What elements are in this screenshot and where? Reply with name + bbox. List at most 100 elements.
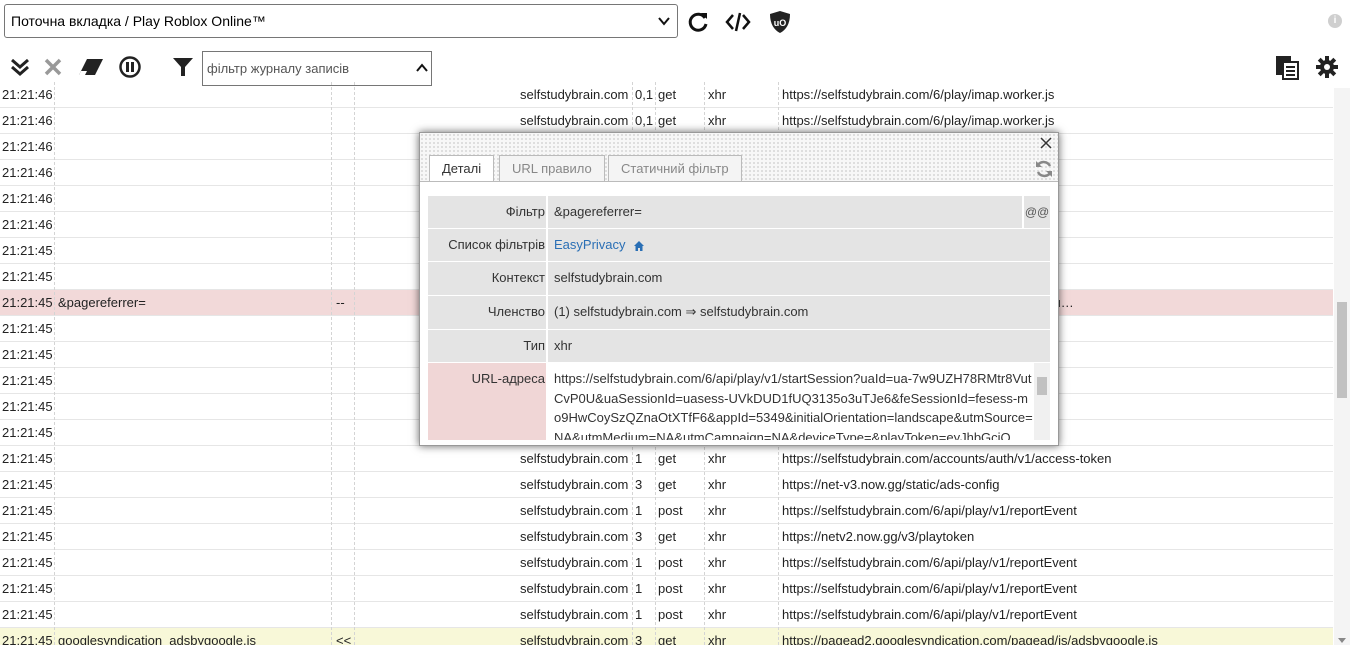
log-party: 3	[635, 529, 643, 544]
scrollbar-thumb[interactable]	[1037, 377, 1047, 395]
log-row[interactable]: 21:21:45 selfstudybrain.com 1 post xhr https:…	[0, 498, 1333, 524]
chevron-down-icon	[658, 17, 670, 26]
filter-icon[interactable]	[172, 56, 194, 78]
detail-label: URL-адреса	[471, 371, 545, 386]
details-dialog: Деталі URL правило Статичний фільтр Філь…	[419, 132, 1059, 446]
log-time: 21:21:45	[2, 607, 53, 622]
log-party: 3	[635, 633, 643, 645]
detail-label: Членство	[487, 304, 545, 319]
log-time: 21:21:45	[2, 295, 53, 310]
scroll-down-arrow[interactable]	[1338, 638, 1346, 643]
log-time: 21:21:45	[2, 451, 53, 466]
log-filter	[58, 576, 328, 601]
svg-text:uO: uO	[774, 18, 787, 28]
log-method: get	[658, 113, 677, 128]
log-time: 21:21:45	[2, 633, 53, 645]
home-icon[interactable]	[633, 240, 645, 252]
log-time: 21:21:45	[2, 243, 53, 258]
tab-url-rule[interactable]: URL правило	[499, 155, 605, 182]
log-method: post	[658, 555, 683, 570]
code-icon[interactable]	[725, 9, 751, 35]
detail-url-value[interactable]: https://selfstudybrain.com/6/api/play/v1…	[546, 363, 1034, 440]
log-filter	[58, 524, 328, 549]
log-method: post	[658, 503, 683, 518]
log-filter	[58, 472, 328, 497]
log-row[interactable]: 21:21:45 selfstudybrain.com 1 post xhr https:…	[0, 550, 1333, 576]
detail-label: Фільтр	[505, 204, 545, 219]
log-url: https://selfstudybrain.com/6/api/play/v1…	[782, 581, 1077, 596]
log-method: get	[658, 87, 677, 102]
log-row[interactable]: 21:21:45 selfstudybrain.com 1 get xhr https:/…	[0, 446, 1333, 472]
log-filter	[58, 108, 328, 133]
log-row[interactable]: 21:21:46 selfstudybrain.com 0,1 get xhr https…	[0, 82, 1333, 108]
log-filter-input[interactable]	[205, 54, 414, 82]
log-row[interactable]: 21:21:45 selfstudybrain.com 1 post xhr https:…	[0, 576, 1333, 602]
log-url: https://net-v3.now.gg/static/ads-config	[782, 477, 1000, 492]
log-type: xhr	[708, 503, 727, 518]
log-time: 21:21:46	[2, 165, 53, 180]
log-time: 21:21:46	[2, 217, 53, 232]
detail-membership-value: (1) selfstudybrain.com ⇒ selfstudybrain.…	[546, 296, 1050, 329]
column-separator	[354, 82, 355, 645]
tab-select-value: Поточна вкладка / Play Roblox Online™	[11, 13, 266, 29]
log-time: 21:21:46	[2, 191, 53, 206]
log-flag	[336, 82, 356, 107]
log-time: 21:21:45	[2, 581, 53, 596]
log-flag	[336, 160, 356, 185]
log-time: 21:21:46	[2, 139, 53, 154]
log-url: https://selfstudybrain.com/6/play/imap.w…	[782, 87, 1055, 102]
log-row[interactable]: 21:21:46 selfstudybrain.com 0,1 get xhr https…	[0, 108, 1333, 134]
log-party: 1	[635, 503, 643, 518]
pause-icon[interactable]	[119, 56, 141, 78]
log-time: 21:21:45	[2, 555, 53, 570]
log-filter	[58, 134, 328, 159]
log-filter	[58, 498, 328, 523]
log-url: https://pagead2.googlesyndication.com/pa…	[782, 633, 1158, 645]
log-context: selfstudybrain.com	[520, 503, 629, 518]
detail-row-filter: Фільтр &pagereferrer= @@	[428, 196, 1050, 229]
tab-details[interactable]: Деталі	[429, 155, 495, 182]
expand-all-icon[interactable]	[9, 56, 31, 78]
log-flag	[336, 524, 356, 549]
log-time: 21:21:45	[2, 347, 53, 362]
tab-static-filter[interactable]: Статичний фільтр	[608, 155, 742, 182]
log-url: https://selfstudybrain.com/6/api/play/v1…	[782, 555, 1077, 570]
tab-select[interactable]: Поточна вкладка / Play Roblox Online™	[4, 4, 678, 38]
log-row[interactable]: 21:21:45 selfstudybrain.com 3 get xhr https:/…	[0, 524, 1333, 550]
ublock-shield-icon[interactable]: uO	[767, 9, 793, 35]
info-icon[interactable]: i	[1328, 14, 1342, 28]
log-context: selfstudybrain.com	[520, 113, 629, 128]
log-filter	[58, 368, 328, 393]
close-icon[interactable]	[42, 56, 64, 78]
log-row[interactable]: 21:21:45 selfstudybrain.com 3 get xhr https:/…	[0, 472, 1333, 498]
eraser-icon[interactable]	[77, 56, 105, 78]
log-row[interactable]: 21:21:45 googlesyndication_adsbygoogle.js…	[0, 628, 1333, 645]
scrollbar-thumb[interactable]	[1337, 302, 1347, 398]
detail-filter-list-value: EasyPrivacy	[546, 229, 1050, 261]
refresh-icon[interactable]	[1034, 159, 1054, 179]
filter-extra-badge[interactable]: @@	[1022, 196, 1050, 228]
log-type: xhr	[708, 477, 727, 492]
log-url: https://selfstudybrain.com/6/api/play/v1…	[782, 607, 1077, 622]
log-filter	[58, 238, 328, 263]
log-party: 0,1	[635, 113, 654, 128]
chevron-up-icon[interactable]	[415, 61, 429, 75]
log-context: selfstudybrain.com	[520, 477, 629, 492]
log-url: https://selfstudybrain.com/accounts/auth…	[782, 451, 1112, 466]
log-party: 1	[635, 607, 643, 622]
log-time: 21:21:45	[2, 425, 53, 440]
log-filter	[58, 160, 328, 185]
log-filter	[58, 264, 328, 289]
gear-icon[interactable]	[1315, 55, 1339, 79]
log-row[interactable]: 21:21:45 selfstudybrain.com 1 post xhr https:…	[0, 602, 1333, 628]
log-time: 21:21:45	[2, 477, 53, 492]
refresh-icon[interactable]	[685, 9, 711, 35]
log-time: 21:21:45	[2, 503, 53, 518]
filter-list-link[interactable]: EasyPrivacy	[554, 237, 626, 252]
log-filter	[58, 602, 328, 627]
copy-export-icon[interactable]	[1274, 54, 1300, 80]
log-scrollbar[interactable]	[1334, 88, 1350, 645]
url-scrollbar[interactable]	[1034, 363, 1050, 440]
close-icon[interactable]	[1038, 135, 1054, 151]
filter-box	[202, 51, 432, 86]
